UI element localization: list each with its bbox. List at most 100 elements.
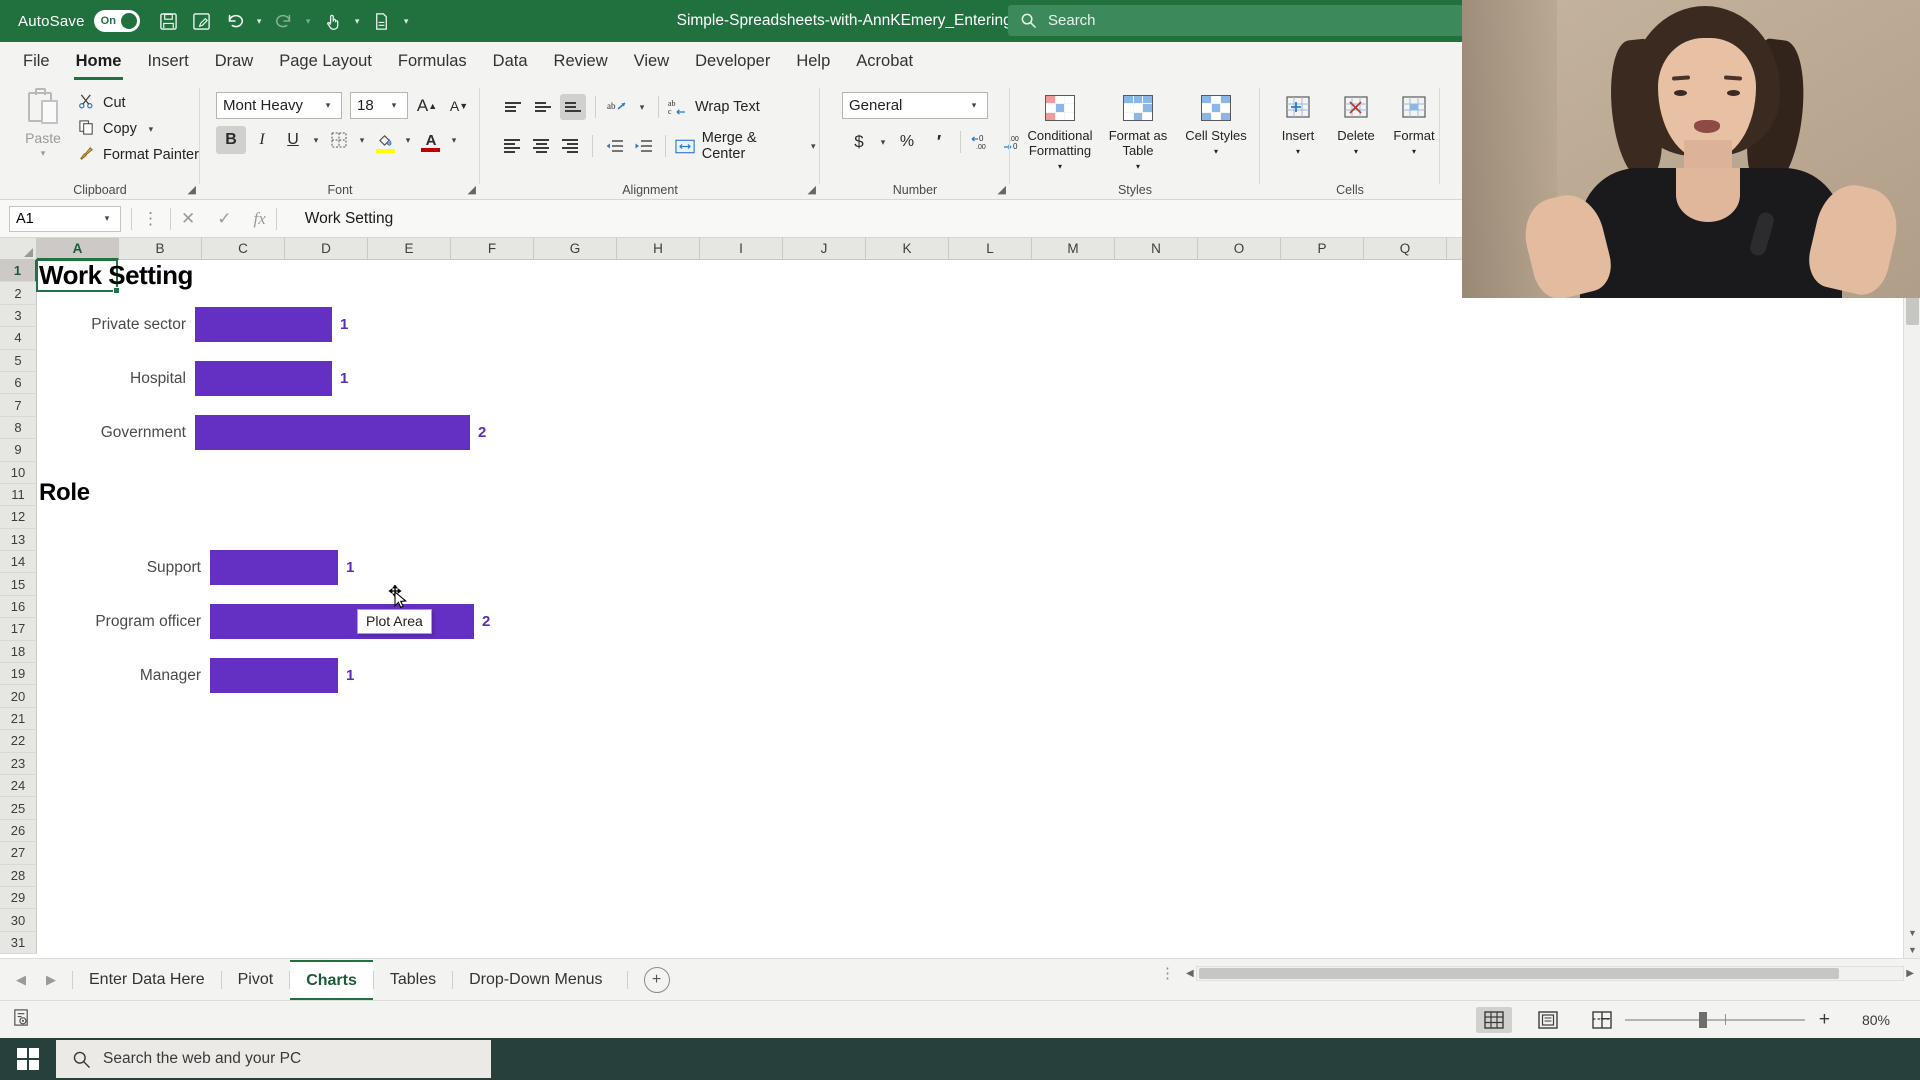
tab-split-handle[interactable]: ⋮ <box>1160 964 1176 982</box>
font-color-dropdown-icon[interactable]: ▾ <box>447 135 461 146</box>
row-header-22[interactable]: 22 <box>0 730 37 753</box>
name-box[interactable]: A1 ▾ <box>9 205 121 232</box>
undo-dropdown-icon[interactable]: ▾ <box>253 16 266 27</box>
row-header-21[interactable]: 21 <box>0 707 37 731</box>
start-button[interactable] <box>0 1038 56 1080</box>
conditional-formatting-button[interactable]: Conditional Formatting ▾ <box>1024 90 1096 171</box>
scroll-down-arrow-icon[interactable]: ▼ <box>1904 924 1920 941</box>
sheet-tab-enter-data-here[interactable]: Enter Data Here <box>73 960 221 1000</box>
chevron-down-icon[interactable]: ▾ <box>1214 147 1218 156</box>
sheet-tab-drop-down-menus[interactable]: Drop-Down Menus <box>453 960 618 1000</box>
align-center-button[interactable] <box>529 133 554 159</box>
decrease-font-size-button[interactable]: A ▼ <box>444 92 474 120</box>
decrease-indent-button[interactable] <box>602 133 627 159</box>
row-header-25[interactable]: 25 <box>0 797 37 820</box>
format-cells-button[interactable]: Format ▾ <box>1386 90 1442 156</box>
borders-button[interactable] <box>324 126 354 154</box>
row-header-2[interactable]: 2 <box>0 282 37 305</box>
clipboard-dialog-launcher[interactable]: ◢ <box>188 183 196 196</box>
ribbon-tab-page-layout[interactable]: Page Layout <box>266 48 385 75</box>
row-header-17[interactable]: 17 <box>0 618 37 641</box>
row-header-27[interactable]: 27 <box>0 842 37 865</box>
confirm-entry-icon[interactable]: ✓ <box>217 209 231 229</box>
column-header-l[interactable]: L <box>949 238 1032 260</box>
column-header-c[interactable]: C <box>202 238 285 260</box>
save-icon[interactable] <box>154 6 184 36</box>
normal-view-button[interactable] <box>1476 1006 1512 1033</box>
column-header-d[interactable]: D <box>285 238 368 260</box>
row-header-14[interactable]: 14 <box>0 551 37 574</box>
sheet-tab-pivot[interactable]: Pivot <box>222 960 290 1000</box>
redo-icon[interactable] <box>269 6 299 36</box>
row-header-1[interactable]: 1 <box>0 260 37 283</box>
align-left-button[interactable] <box>500 133 525 159</box>
column-header-b[interactable]: B <box>119 238 202 260</box>
top-align-button[interactable] <box>500 94 526 120</box>
underline-button[interactable]: U <box>278 126 308 154</box>
alignment-dialog-launcher[interactable]: ◢ <box>808 183 816 196</box>
row-header-18[interactable]: 18 <box>0 640 37 664</box>
sheet-tab-tables[interactable]: Tables <box>374 960 452 1000</box>
touch-mode-icon[interactable] <box>318 6 348 36</box>
insert-function-icon[interactable]: fx <box>254 209 266 229</box>
row-header-20[interactable]: 20 <box>0 685 37 708</box>
currency-button[interactable]: $ <box>844 128 874 156</box>
column-header-h[interactable]: H <box>617 238 700 260</box>
percent-button[interactable]: % <box>892 128 922 156</box>
zoom-slider-knob[interactable] <box>1698 1011 1707 1028</box>
ribbon-tab-draw[interactable]: Draw <box>202 48 267 75</box>
insert-cells-button[interactable]: Insert ▾ <box>1270 90 1326 156</box>
ribbon-tab-file[interactable]: File <box>10 48 63 75</box>
cells-area[interactable]: Work Setting Private sector 1 Hospital 1… <box>36 259 1920 958</box>
page-layout-view-button[interactable] <box>1530 1007 1566 1033</box>
orientation-button[interactable]: ab <box>605 94 631 120</box>
row-header-5[interactable]: 5 <box>0 349 37 372</box>
column-header-m[interactable]: M <box>1032 238 1115 260</box>
ribbon-tab-review[interactable]: Review <box>541 48 621 75</box>
paste-dropdown-icon[interactable]: ▾ <box>41 148 46 159</box>
sheet-tab-charts[interactable]: Charts <box>290 959 373 1000</box>
ribbon-tab-insert[interactable]: Insert <box>134 48 201 75</box>
chevron-down-icon[interactable]: ▾ <box>1296 147 1300 156</box>
next-sheet-icon[interactable]: ▶ <box>46 972 56 988</box>
column-header-a[interactable]: A <box>37 238 119 260</box>
row-header-9[interactable]: 9 <box>0 439 37 462</box>
formula-bar-options-icon[interactable]: ⋮ <box>142 209 160 229</box>
chevron-down-icon[interactable]: ▾ <box>1058 162 1062 171</box>
row-header-24[interactable]: 24 <box>0 774 37 798</box>
ribbon-tab-developer[interactable]: Developer <box>682 48 783 75</box>
search-box[interactable]: Search <box>1008 5 1463 36</box>
horizontal-scrollbar[interactable] <box>1195 965 1905 981</box>
font-dialog-launcher[interactable]: ◢ <box>468 183 476 196</box>
underline-dropdown-icon[interactable]: ▾ <box>309 135 323 146</box>
column-header-q[interactable]: Q <box>1364 238 1447 260</box>
sheet-nav-arrows[interactable]: ◀ ▶ <box>0 972 72 988</box>
taskbar-search-box[interactable]: Search the web and your PC <box>56 1040 491 1078</box>
font-name-select[interactable]: Mont Heavy ▾ <box>216 92 342 119</box>
increase-font-size-button[interactable]: A ▲ <box>412 92 442 120</box>
column-header-g[interactable]: G <box>534 238 617 260</box>
row-header-15[interactable]: 15 <box>0 573 37 596</box>
number-format-select[interactable]: General ▾ <box>842 92 988 119</box>
row-header-29[interactable]: 29 <box>0 886 37 910</box>
customize-qat-icon[interactable]: ▾ <box>400 16 413 27</box>
accessibility-icon[interactable] <box>12 1008 31 1032</box>
chevron-down-icon[interactable]: ▾ <box>100 213 114 224</box>
chevron-down-icon[interactable]: ▾ <box>1354 147 1358 156</box>
zoom-slider[interactable] <box>1624 1011 1805 1028</box>
align-right-button[interactable] <box>558 133 583 159</box>
bar-rect[interactable] <box>210 658 338 693</box>
autosave-toggle[interactable]: On <box>93 10 140 32</box>
fill-color-dropdown-icon[interactable]: ▾ <box>401 135 415 146</box>
row-header-8[interactable]: 8 <box>0 416 37 440</box>
column-header-o[interactable]: O <box>1198 238 1281 260</box>
column-header-p[interactable]: P <box>1281 238 1364 260</box>
touch-mode-dropdown-icon[interactable]: ▾ <box>351 16 364 27</box>
format-as-table-button[interactable]: Format as Table ▾ <box>1102 90 1174 171</box>
row-header-19[interactable]: 19 <box>0 663 37 686</box>
paste-button[interactable]: Paste ▾ <box>14 88 72 172</box>
zoom-out-button[interactable]: − <box>1600 1009 1611 1031</box>
cancel-entry-icon[interactable]: ✕ <box>181 209 195 229</box>
borders-dropdown-icon[interactable]: ▾ <box>355 135 369 146</box>
bar-rect[interactable] <box>210 550 338 585</box>
